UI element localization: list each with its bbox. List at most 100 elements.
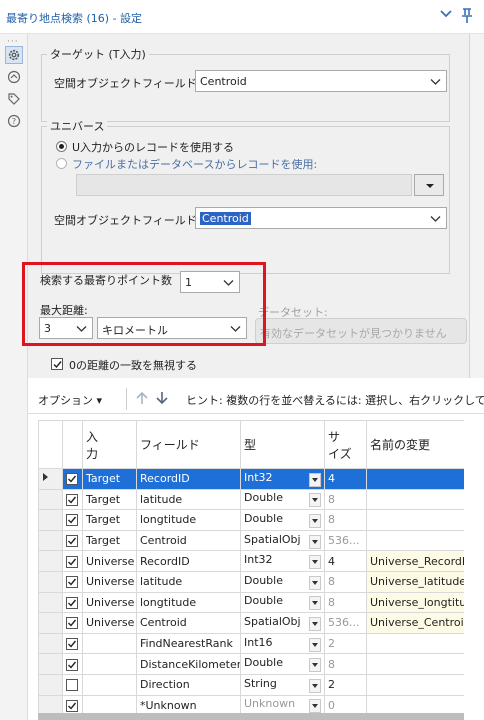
select-cell[interactable] xyxy=(62,570,83,593)
col-header-input[interactable]: 入力 xyxy=(82,420,137,469)
connection-icon[interactable] xyxy=(5,68,23,86)
type-dropdown-icon[interactable] xyxy=(309,575,321,590)
rename-cell[interactable] xyxy=(366,632,465,655)
file-browse-dropdown-button[interactable] xyxy=(414,174,444,196)
col-header-type[interactable]: 型 xyxy=(240,420,325,469)
type-cell[interactable]: Double xyxy=(240,509,325,531)
field-cell[interactable]: latitude xyxy=(136,570,241,593)
type-dropdown-icon[interactable] xyxy=(309,534,321,549)
type-dropdown-icon[interactable] xyxy=(309,637,321,652)
size-cell[interactable]: 536... xyxy=(324,612,367,634)
select-cell[interactable] xyxy=(62,468,83,490)
rename-cell[interactable]: Universe_RecordID xyxy=(366,550,465,572)
type-dropdown-icon[interactable] xyxy=(309,699,321,714)
gear-icon[interactable] xyxy=(5,46,23,64)
type-cell[interactable]: Int16 xyxy=(240,632,325,655)
type-cell[interactable]: Double xyxy=(240,488,325,511)
select-checkbox[interactable] xyxy=(66,596,78,609)
select-checkbox[interactable] xyxy=(66,493,78,506)
rename-cell[interactable] xyxy=(366,653,465,675)
row-header[interactable] xyxy=(38,570,63,593)
target-spatial-field-select[interactable]: Centroid xyxy=(195,70,447,92)
row-header[interactable] xyxy=(38,550,63,572)
size-cell[interactable]: 8 xyxy=(324,509,367,531)
ignore-zero-checkbox[interactable] xyxy=(51,358,63,370)
select-cell[interactable] xyxy=(62,653,83,675)
select-cell[interactable] xyxy=(62,632,83,655)
type-cell[interactable]: SpatialObj xyxy=(240,529,325,552)
rename-cell[interactable]: Universe_Centroid xyxy=(366,612,465,634)
row-header[interactable] xyxy=(38,632,63,655)
table-row[interactable]: Universe RecordID Int32 4 Universe_RecordID xyxy=(38,550,465,572)
rename-cell[interactable] xyxy=(366,488,465,511)
radio-use-u-input[interactable] xyxy=(56,141,67,152)
select-checkbox[interactable] xyxy=(66,638,78,651)
select-checkbox[interactable] xyxy=(66,535,78,548)
row-header[interactable] xyxy=(38,612,63,634)
help-icon[interactable]: ? xyxy=(5,112,23,130)
rename-cell[interactable]: Universe_longtitude xyxy=(366,591,465,614)
type-dropdown-icon[interactable] xyxy=(309,472,321,487)
type-cell[interactable]: Int32 xyxy=(240,550,325,572)
type-dropdown-icon[interactable] xyxy=(309,616,321,631)
pin-icon[interactable] xyxy=(460,8,474,27)
move-down-arrow-icon[interactable] xyxy=(154,390,170,409)
rename-cell[interactable]: Universe_latitude xyxy=(366,570,465,593)
grid-horizontal-scrollbar[interactable] xyxy=(38,713,464,720)
table-row[interactable]: DistanceKilometers Double 8 xyxy=(38,653,465,675)
row-header[interactable] xyxy=(38,591,63,614)
options-menu[interactable]: オプション ▾ xyxy=(38,392,102,408)
table-row[interactable]: Universe longtitude Double 8 Universe_longti… xyxy=(38,591,465,614)
size-cell[interactable]: 536... xyxy=(324,529,367,552)
select-checkbox[interactable] xyxy=(66,617,78,630)
table-row[interactable]: Target longtitude Double 8 xyxy=(38,509,465,531)
select-checkbox[interactable] xyxy=(66,699,78,712)
collapse-chevron-icon[interactable] xyxy=(440,9,452,22)
select-cell[interactable] xyxy=(62,550,83,572)
select-checkbox[interactable] xyxy=(66,555,78,568)
row-header[interactable] xyxy=(38,509,63,531)
select-checkbox[interactable] xyxy=(66,576,78,589)
type-cell[interactable]: Double xyxy=(240,570,325,593)
panel-scrollbar[interactable] xyxy=(470,34,484,378)
rename-cell[interactable] xyxy=(366,468,465,490)
size-cell[interactable]: 2 xyxy=(324,632,367,655)
field-cell[interactable]: Centroid xyxy=(136,612,241,634)
field-cell[interactable]: FindNearestRank xyxy=(136,632,241,655)
field-cell[interactable]: longtitude xyxy=(136,509,241,531)
field-cell[interactable]: RecordID xyxy=(136,550,241,572)
type-cell[interactable]: Double xyxy=(240,591,325,614)
move-up-arrow-icon[interactable] xyxy=(134,390,150,409)
field-cell[interactable]: Centroid xyxy=(136,529,241,552)
size-cell[interactable]: 8 xyxy=(324,488,367,511)
col-header-field[interactable]: フィールド xyxy=(136,420,241,469)
row-header[interactable] xyxy=(38,673,63,696)
table-row[interactable]: Universe Centroid SpatialObj 536... Universe… xyxy=(38,612,465,634)
table-row[interactable]: Target Centroid SpatialObj 536... xyxy=(38,529,465,552)
dataset-select[interactable]: 有効なデータセットが見つかりません xyxy=(255,318,467,344)
tag-icon[interactable] xyxy=(5,90,23,108)
field-cell[interactable]: RecordID xyxy=(136,468,241,490)
type-dropdown-icon[interactable] xyxy=(309,596,321,611)
type-dropdown-icon[interactable] xyxy=(309,678,321,693)
select-cell[interactable] xyxy=(62,529,83,552)
select-cell[interactable] xyxy=(62,509,83,531)
rename-cell[interactable] xyxy=(366,673,465,696)
type-cell[interactable]: Double xyxy=(240,653,325,675)
select-cell[interactable] xyxy=(62,488,83,511)
select-checkbox[interactable] xyxy=(66,473,78,486)
select-cell[interactable] xyxy=(62,612,83,634)
type-dropdown-icon[interactable] xyxy=(309,513,321,528)
field-cell[interactable]: latitude xyxy=(136,488,241,511)
row-header[interactable] xyxy=(38,653,63,675)
type-dropdown-icon[interactable] xyxy=(309,493,321,508)
table-row[interactable]: Target latitude Double 8 xyxy=(38,488,465,511)
size-cell[interactable]: 8 xyxy=(324,570,367,593)
type-cell[interactable]: SpatialObj xyxy=(240,612,325,634)
row-header[interactable] xyxy=(38,529,63,552)
select-cell[interactable] xyxy=(62,673,83,696)
field-cell[interactable]: Direction xyxy=(136,673,241,696)
field-cell[interactable]: DistanceKilometers xyxy=(136,653,241,675)
table-row[interactable]: FindNearestRank Int16 2 xyxy=(38,632,465,655)
select-checkbox[interactable] xyxy=(66,514,78,527)
